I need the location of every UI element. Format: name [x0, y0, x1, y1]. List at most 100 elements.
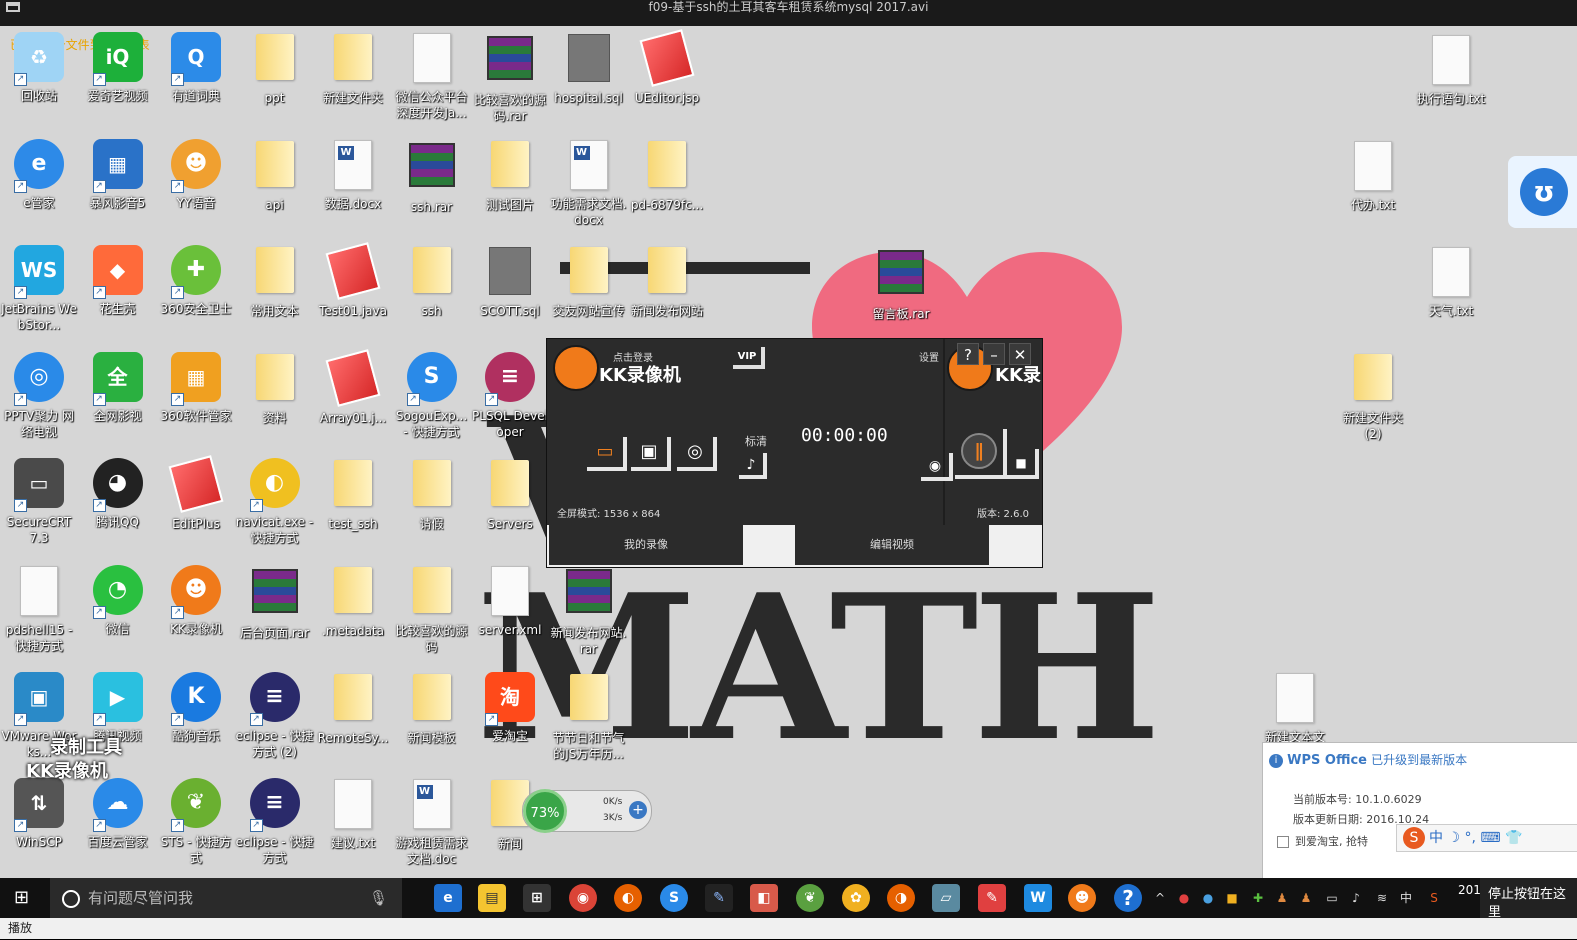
desktop-icon[interactable]: ◎ ↗ PPTV聚力 网络电视	[0, 350, 78, 440]
camera-icon[interactable]: ◉	[921, 453, 953, 481]
battery-icon[interactable]: ▭	[1324, 890, 1340, 906]
wps-icon[interactable]: W	[1024, 884, 1052, 912]
accelerate-icon[interactable]: +	[629, 801, 647, 819]
desktop-icon[interactable]: iQ ↗ 爱奇艺视频	[79, 30, 157, 104]
desktop-icon[interactable]: 比较喜欢的源码	[393, 563, 471, 655]
checkbox-icon[interactable]	[1277, 836, 1289, 848]
region-mode-icon[interactable]: ▣	[631, 437, 671, 471]
desktop-icon[interactable]: 留言板.rar	[862, 244, 940, 322]
tray-360-icon[interactable]: ✚	[1250, 890, 1266, 906]
kk-recorder-task-icon[interactable]: ☻	[1068, 884, 1096, 912]
note-icon[interactable]: ▱	[932, 884, 960, 912]
desktop-icon[interactable]: hospital.sql	[550, 30, 628, 106]
desktop-icon[interactable]: 交友网站宣传	[550, 243, 628, 319]
desktop-icon[interactable]: 新建文件夹	[314, 30, 392, 106]
desktop-icon[interactable]: UEditor.jsp	[628, 29, 706, 106]
edge-icon[interactable]: e	[434, 884, 462, 912]
desktop-icon[interactable]: ≡ ↗ eclipse - 快捷方式	[236, 776, 314, 866]
desktop-icon[interactable]: ◕ ↗ 腾讯QQ	[79, 456, 157, 530]
sts-icon[interactable]: ❦	[796, 884, 824, 912]
sogou-ime-bar[interactable]: S中 ☽ °, ⌨ 👕	[1396, 824, 1577, 852]
desktop-icon[interactable]: Test01.java	[314, 242, 392, 319]
desktop-icon[interactable]: Array01.j...	[314, 348, 392, 426]
file-explorer-icon[interactable]: ▤	[478, 884, 506, 912]
desktop-icon[interactable]: 节节日和节气的JS万年历...	[550, 670, 628, 762]
desktop-icon[interactable]: 请假	[393, 456, 471, 532]
tray-app-icon[interactable]: ●	[1176, 890, 1192, 906]
desktop-icon[interactable]: .metadata	[314, 563, 392, 639]
desktop-icon[interactable]: e ↗ e管家	[0, 137, 78, 211]
desktop-icon[interactable]: S ↗ SogouExp... - 快捷方式	[393, 350, 471, 440]
firefox-alt-icon[interactable]: ◑	[887, 884, 915, 912]
tray-user-icon[interactable]: ♟	[1274, 890, 1290, 906]
desktop-icon[interactable]: pd-6879fc...	[628, 137, 706, 213]
tray-user2-icon[interactable]: ♟	[1298, 890, 1314, 906]
desktop-icon[interactable]: 新闻发布网站	[628, 243, 706, 319]
desktop-icon[interactable]: ☁ ↗ 百度云管家	[79, 776, 157, 850]
firefox-icon[interactable]: ◐	[614, 884, 642, 912]
desktop-icon[interactable]: ▶ ↗ 腾讯视频	[79, 670, 157, 744]
desktop-icon[interactable]: SCOTT.sql	[471, 243, 549, 319]
system-clock[interactable]: 201	[1458, 882, 1481, 898]
microphone-icon[interactable]: 🎙	[369, 878, 388, 918]
desktop-icon[interactable]: ≡ ↗ PLSQL Developer	[471, 350, 549, 440]
desktop-icon[interactable]: ◆ ↗ 花生壳	[79, 243, 157, 317]
desktop-icon[interactable]: 新闻模板	[393, 670, 471, 746]
editplus-icon[interactable]: ✎	[978, 884, 1006, 912]
tray-folder-icon[interactable]: ■	[1224, 890, 1240, 906]
tray-chevron-icon[interactable]: ^	[1152, 890, 1168, 906]
desktop-icon[interactable]: EditPlus	[157, 455, 235, 532]
desktop-icon[interactable]: api	[236, 137, 314, 213]
desktop-icon[interactable]: test_ssh	[314, 456, 392, 532]
desktop-icon[interactable]: RemoteSy...	[314, 670, 392, 746]
tab-edit-video[interactable]: 编辑视频	[795, 525, 989, 565]
desktop-icon[interactable]: 代办.txt	[1334, 138, 1412, 213]
desktop-icon[interactable]: 新闻发布网站.rar	[550, 563, 628, 657]
kk-settings-button[interactable]: 设置	[919, 349, 939, 364]
desktop-icon[interactable]: 后台页面.rar	[236, 563, 314, 641]
desktop-icon[interactable]: ≡ ↗ eclipse - 快捷方式 (2)	[236, 670, 314, 760]
desktop-icon[interactable]: 新建文本文	[1256, 670, 1334, 745]
desktop-icon[interactable]: ◔ ↗ 微信	[79, 563, 157, 637]
help-icon[interactable]: ?	[1114, 884, 1142, 912]
desktop-icon[interactable]: ☻ ↗ YY语音	[157, 137, 235, 211]
desktop-icon[interactable]: pdshell15 - 快捷方式	[0, 563, 78, 654]
kk-pause-button[interactable]: ∥	[955, 429, 1007, 479]
desktop-icon[interactable]: 建议.txt	[314, 776, 392, 851]
desktop-icon[interactable]: WS ↗ JetBrains WebStor...	[0, 243, 78, 333]
kk-help-button[interactable]: ?	[957, 343, 979, 365]
desktop-icon[interactable]: ppt	[236, 30, 314, 106]
desktop-icon[interactable]: 全 ↗ 全网影视	[79, 350, 157, 424]
sogou-browser-icon[interactable]: S	[660, 884, 688, 912]
tab-my-recordings[interactable]: 我的录像	[549, 525, 743, 565]
desktop-icon[interactable]: W 数据.docx	[314, 137, 392, 212]
desktop-icon[interactable]: Q ↗ 有道词典	[157, 30, 235, 104]
fullscreen-mode-icon[interactable]: ▭	[587, 437, 627, 471]
desktop-icon[interactable]: 天气.txt	[1412, 244, 1490, 319]
desktop-icon[interactable]: ♻ ↗ 回收站	[0, 30, 78, 104]
desktop-icon[interactable]: W 游戏租赁需求文档.doc	[393, 776, 471, 867]
desktop-icon[interactable]: ⇅ ↗ WinSCP	[0, 776, 78, 850]
desktop-icon[interactable]: 淘 ↗ 爱淘宝	[471, 670, 549, 744]
desktop-icon[interactable]: Servers	[471, 456, 549, 532]
desktop-icon[interactable]: ssh	[393, 243, 471, 319]
desktop-icon[interactable]: server.xml	[471, 563, 549, 638]
desktop-icon[interactable]: ▦ ↗ 暴风影音5	[79, 137, 157, 211]
desktop-icon[interactable]: K ↗ 酷狗音乐	[157, 670, 235, 744]
network-speed-widget[interactable]: 73% 0K/s 3K/s +	[522, 789, 652, 833]
chrome-icon[interactable]: ◉	[569, 884, 597, 912]
desktop-icon[interactable]: ◐ ↗ navicat.exe - 快捷方式	[236, 456, 314, 546]
ime-language-indicator[interactable]: 中	[1398, 890, 1414, 906]
store-icon[interactable]: ⊞	[523, 884, 551, 912]
ime-tools[interactable]: 中 ☽ °, ⌨ 👕	[1429, 830, 1522, 846]
desktop-icon[interactable]: ▦ ↗ 360软件管家	[157, 350, 235, 424]
kk-stop-button[interactable]: ■	[1007, 449, 1039, 479]
game-mode-icon[interactable]: ◎	[677, 437, 717, 471]
desktop-icon[interactable]: 常用文本	[236, 243, 314, 319]
desktop-icon[interactable]: ssh.rar	[393, 137, 471, 215]
tool-icon[interactable]: ✿	[842, 884, 870, 912]
image-viewer-icon[interactable]: ◧	[750, 884, 778, 912]
sogou-tray-icon[interactable]: S	[1426, 890, 1442, 906]
desktop-icon[interactable]: 资料	[236, 350, 314, 426]
desktop-icon[interactable]: W 功能需求文档.docx	[550, 137, 628, 228]
